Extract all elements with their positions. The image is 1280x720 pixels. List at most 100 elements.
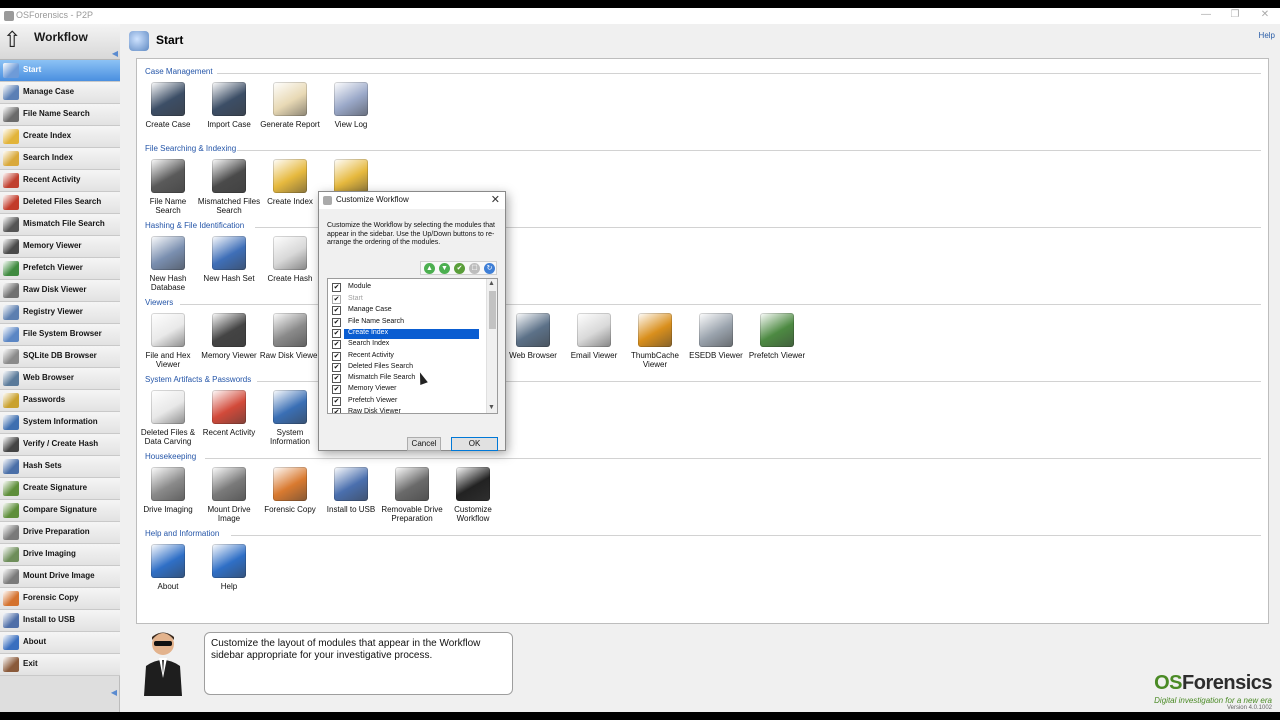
module-memory-viewer[interactable]: Memory Viewer: [197, 313, 261, 360]
sidebar-item-about[interactable]: About: [0, 632, 120, 654]
module-checkbox[interactable]: ✔: [332, 317, 341, 327]
module-recent-activity[interactable]: Recent Activity: [197, 390, 261, 437]
module-generate-report[interactable]: Generate Report: [258, 82, 322, 129]
scroll-down-icon[interactable]: ▼: [488, 404, 495, 411]
module-create-hash[interactable]: Create Hash: [258, 236, 322, 283]
module-esedb-viewer[interactable]: ESEDB Viewer: [684, 313, 748, 360]
collapse-down-icon[interactable]: ◀: [111, 688, 117, 697]
module-drive-imaging[interactable]: Drive Imaging: [136, 467, 200, 514]
move-up-icon[interactable]: ▲: [424, 263, 435, 274]
module-mount-drive-image[interactable]: Mount Drive Image: [197, 467, 261, 523]
sidebar-item-drive-preparation[interactable]: Drive Preparation: [0, 522, 120, 544]
module-file-and-hex-viewer[interactable]: File and Hex Viewer: [136, 313, 200, 369]
module-checkbox[interactable]: ✔: [332, 306, 341, 316]
sidebar-item-file-name-search[interactable]: File Name Search: [0, 104, 120, 126]
dialog-close-button[interactable]: ✕: [491, 193, 500, 206]
module-about[interactable]: About: [136, 544, 200, 591]
move-down-icon[interactable]: ▼: [439, 263, 450, 274]
close-button[interactable]: ✕: [1255, 9, 1275, 20]
list-header-row[interactable]: ✔ Module: [328, 282, 488, 293]
module-list-item[interactable]: ✔ Mismatch File Search: [328, 373, 488, 384]
sidebar-item-memory-viewer[interactable]: Memory Viewer: [0, 236, 120, 258]
module-checkbox[interactable]: ✔: [332, 385, 341, 395]
sidebar-item-raw-disk-viewer[interactable]: Raw Disk Viewer: [0, 280, 120, 302]
cancel-button[interactable]: Cancel: [407, 437, 441, 451]
module-file-name-search[interactable]: File Name Search: [136, 159, 200, 215]
module-checkbox[interactable]: ✔: [332, 408, 341, 413]
module-list-item[interactable]: ✔ Search Index: [328, 339, 488, 350]
module-checkbox[interactable]: ✔: [332, 328, 341, 338]
ok-button[interactable]: OK: [451, 437, 498, 451]
module-create-index[interactable]: Create Index: [258, 159, 322, 206]
module-thumbcache-viewer[interactable]: ThumbCache Viewer: [623, 313, 687, 369]
sidebar-item-create-signature[interactable]: Create Signature: [0, 478, 120, 500]
sidebar-item-sqlite-db-browser[interactable]: SQLite DB Browser: [0, 346, 120, 368]
scroll-up-icon[interactable]: ▲: [488, 280, 495, 287]
uncheck-all-icon[interactable]: ☐: [469, 263, 480, 274]
memory-viewer-icon: [212, 313, 246, 347]
sidebar-item-registry-viewer[interactable]: Registry Viewer: [0, 302, 120, 324]
module-list[interactable]: ✔ Module ✔ Start ✔ Manage Case ✔ File Name Se…: [327, 278, 498, 414]
collapse-up-icon[interactable]: ◀: [112, 49, 118, 58]
sidebar-item-deleted-files-search[interactable]: Deleted Files Search: [0, 192, 120, 214]
help-link[interactable]: Help: [1259, 31, 1275, 40]
maximize-button[interactable]: ❐: [1225, 9, 1245, 20]
module-list-item[interactable]: ✔ Recent Activity: [328, 351, 488, 362]
module-prefetch-viewer[interactable]: Prefetch Viewer: [745, 313, 809, 360]
module-checkbox[interactable]: ✔: [332, 362, 341, 372]
module-raw-disk-viewer[interactable]: Raw Disk Viewer: [258, 313, 322, 360]
module-deleted-files-data-carving[interactable]: Deleted Files & Data Carving: [136, 390, 200, 446]
sidebar-item-mount-drive-image[interactable]: Mount Drive Image: [0, 566, 120, 588]
module-email-viewer[interactable]: Email Viewer: [562, 313, 626, 360]
sidebar-item-start[interactable]: Start: [0, 60, 120, 82]
sidebar-item-search-index[interactable]: Search Index: [0, 148, 120, 170]
sidebar-item-forensic-copy[interactable]: Forensic Copy: [0, 588, 120, 610]
sidebar-item-create-index[interactable]: Create Index: [0, 126, 120, 148]
module-system-information[interactable]: System Information: [258, 390, 322, 446]
reset-icon[interactable]: ↻: [484, 263, 495, 274]
module-list-item[interactable]: ✔ Start: [328, 294, 488, 305]
module-view-log[interactable]: View Log: [319, 82, 383, 129]
module-forensic-copy[interactable]: Forensic Copy: [258, 467, 322, 514]
sidebar-item-system-information[interactable]: System Information: [0, 412, 120, 434]
sidebar-item-drive-imaging[interactable]: Drive Imaging: [0, 544, 120, 566]
sidebar-item-recent-activity[interactable]: Recent Activity: [0, 170, 120, 192]
module-list-item[interactable]: ✔ Memory Viewer: [328, 384, 488, 395]
module-list-item[interactable]: ✔ File Name Search: [328, 317, 488, 328]
module-help[interactable]: Help: [197, 544, 261, 591]
minimize-button[interactable]: —: [1196, 9, 1216, 20]
list-scrollbar[interactable]: ▲ ▼: [486, 279, 497, 413]
module-checkbox[interactable]: ✔: [332, 351, 341, 361]
sidebar-item-compare-signature[interactable]: Compare Signature: [0, 500, 120, 522]
module-checkbox[interactable]: ✔: [332, 396, 341, 406]
module-list-item[interactable]: ✔ Prefetch Viewer: [328, 396, 488, 407]
scroll-thumb[interactable]: [489, 291, 496, 329]
module-list-item[interactable]: ✔ Create Index: [328, 328, 488, 339]
module-install-to-usb[interactable]: Install to USB: [319, 467, 383, 514]
module-list-item[interactable]: ✔ Manage Case: [328, 305, 488, 316]
sidebar-item-verify-create-hash[interactable]: Verify / Create Hash: [0, 434, 120, 456]
module-mismatched-files-search[interactable]: Mismatched Files Search: [197, 159, 261, 215]
sidebar-item-install-to-usb[interactable]: Install to USB: [0, 610, 120, 632]
module-customize-workflow[interactable]: Customize Workflow: [441, 467, 505, 523]
check-all-icon[interactable]: ✔: [454, 263, 465, 274]
module-import-case[interactable]: Import Case: [197, 82, 261, 129]
module-checkbox[interactable]: ✔: [332, 374, 341, 384]
sidebar-item-manage-case[interactable]: Manage Case: [0, 82, 120, 104]
sidebar-item-file-system-browser[interactable]: File System Browser: [0, 324, 120, 346]
module-web-browser[interactable]: Web Browser: [501, 313, 565, 360]
module-create-case[interactable]: Create Case: [136, 82, 200, 129]
select-all-checkbox[interactable]: ✔: [332, 283, 341, 292]
sidebar-item-web-browser[interactable]: Web Browser: [0, 368, 120, 390]
sidebar-item-hash-sets[interactable]: Hash Sets: [0, 456, 120, 478]
module-new-hash-database[interactable]: New Hash Database: [136, 236, 200, 292]
module-checkbox[interactable]: ✔: [332, 340, 341, 350]
module-removable-drive-preparation[interactable]: Removable Drive Preparation: [380, 467, 444, 523]
sidebar-item-passwords[interactable]: Passwords: [0, 390, 120, 412]
sidebar-item-exit[interactable]: Exit: [0, 654, 120, 676]
sidebar-item-prefetch-viewer[interactable]: Prefetch Viewer: [0, 258, 120, 280]
module-new-hash-set[interactable]: New Hash Set: [197, 236, 261, 283]
module-list-item[interactable]: ✔ Deleted Files Search: [328, 362, 488, 373]
module-list-item[interactable]: ✔ Raw Disk Viewer: [328, 407, 488, 413]
sidebar-item-mismatch-file-search[interactable]: Mismatch File Search: [0, 214, 120, 236]
